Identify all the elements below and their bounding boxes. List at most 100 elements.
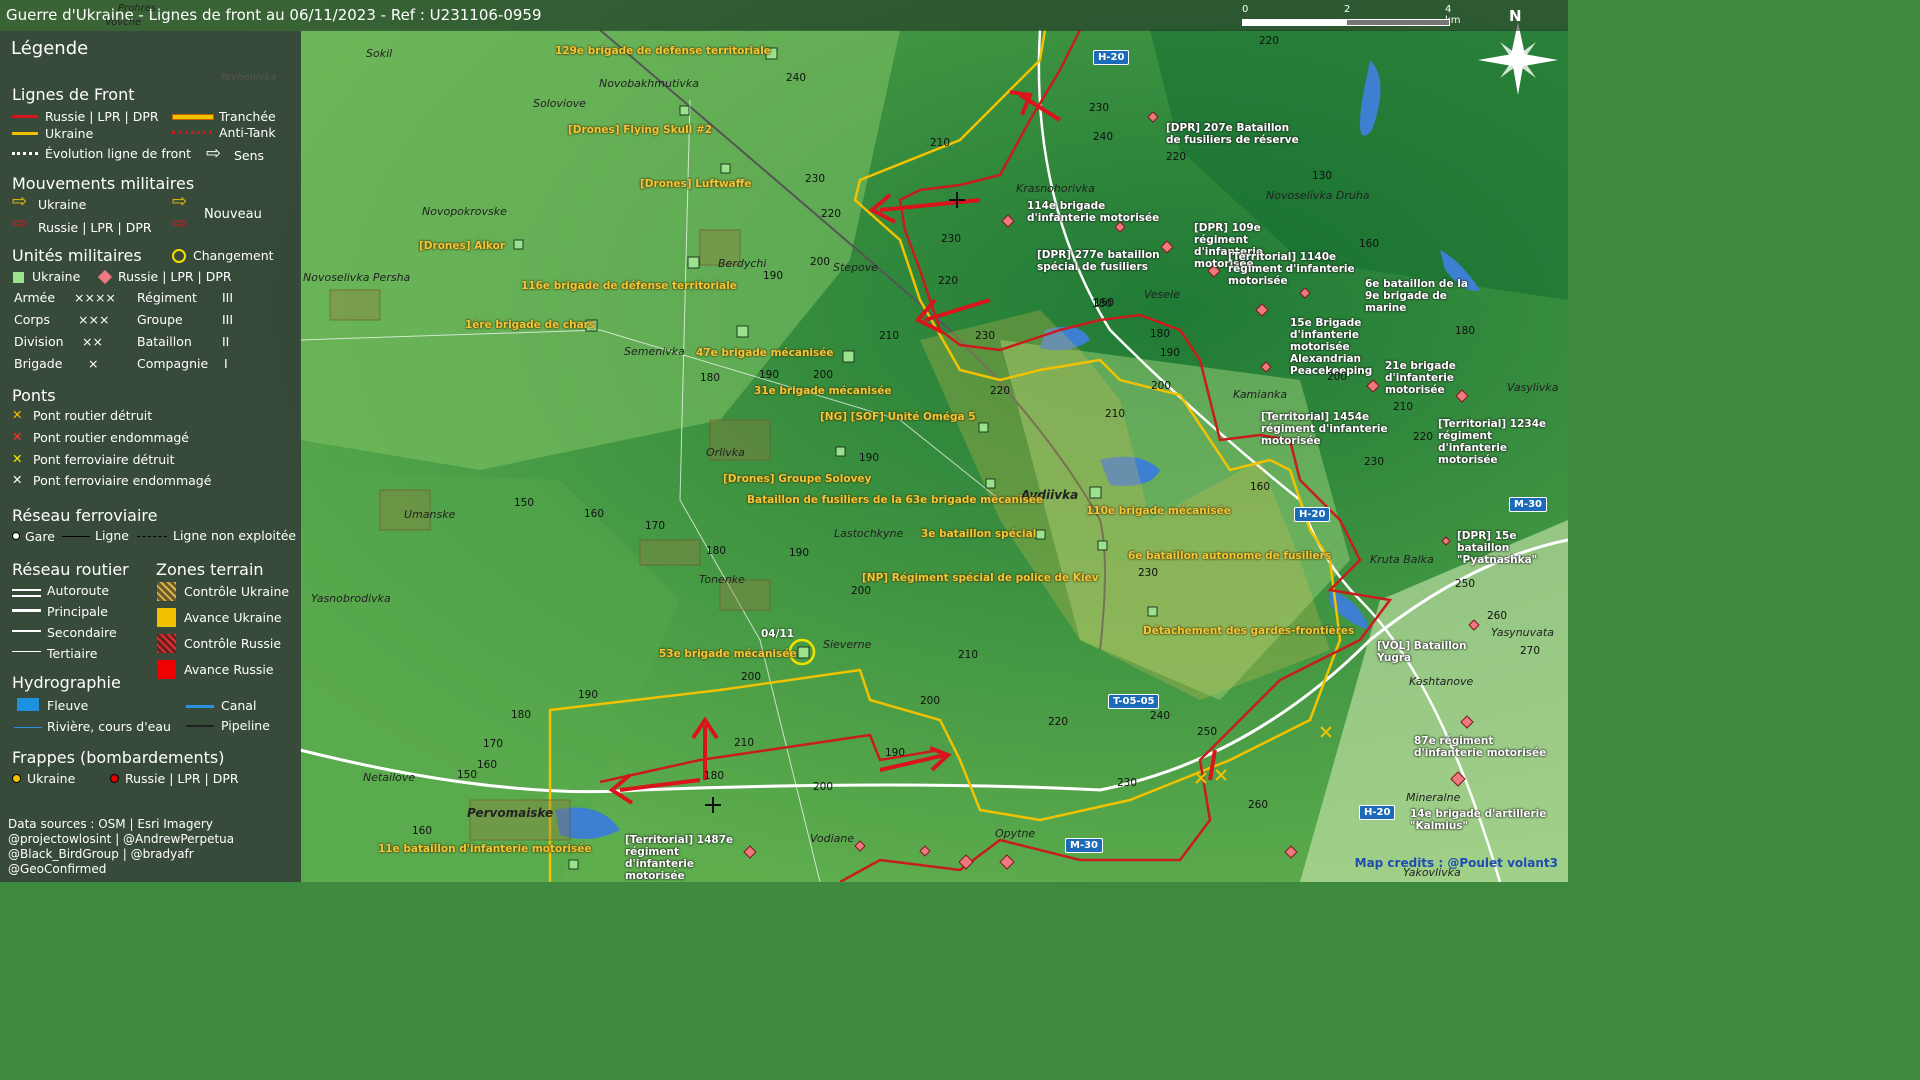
ukraine-unit-label[interactable]: 11e bataillon d'infanterie motorisée: [378, 843, 592, 855]
elevation-label: 200: [810, 256, 831, 268]
elevation-label: 190: [789, 547, 810, 559]
elevation-label: 230: [1117, 777, 1138, 789]
pipeline-swatch: [186, 725, 214, 727]
ukraine-unit-label[interactable]: 1ère brigade de chars: [465, 319, 595, 331]
echelon-group-symbol: III: [222, 312, 234, 327]
ukraine-unit-label[interactable]: [NG] [SOF] Unité Oméga 5: [820, 411, 976, 423]
russia-unit-label[interactable]: 14e brigade d'artillerie "Kalmius": [1410, 808, 1560, 832]
town-label: Novopokrovske: [422, 205, 507, 218]
ukraine-unit-label[interactable]: [NP] Régiment spécial de police de Kiev: [862, 572, 1099, 584]
ukraine-line-swatch: [12, 132, 38, 135]
ukraine-unit-label[interactable]: 53e brigade mécanisée: [659, 648, 797, 660]
title-bar: Guerre d'Ukraine - Lignes de front au 06…: [0, 0, 1568, 31]
town-label: Stepove: [833, 261, 879, 274]
town-label: Netailove: [363, 771, 416, 784]
front-lines-title: Lignes de Front: [12, 85, 135, 104]
legend-unit-russia: Russie | LPR | DPR: [118, 269, 232, 284]
elevation-label: 190: [578, 689, 599, 701]
elevation-label: 210: [1105, 408, 1126, 420]
town-label: Kamianka: [1233, 388, 1288, 401]
elevation-label: 240: [1150, 710, 1171, 722]
legend-zone-3: Avance Russie: [184, 662, 274, 677]
highway-swatch: [12, 589, 41, 597]
echelon-division-symbol: ××: [82, 334, 103, 349]
elevation-label: 230: [975, 330, 996, 342]
russia-unit-label[interactable]: [DPR] 15e bataillon "Pyatnashka": [1457, 530, 1565, 566]
road-shield: M-30: [1509, 497, 1548, 512]
russia-unit-label[interactable]: [Territorial] 1454e régiment d'infanteri…: [1261, 411, 1391, 447]
ukraine-unit-label[interactable]: [Drones] Flying Skull #2: [568, 124, 712, 136]
rail-title: Réseau ferroviaire: [12, 506, 158, 525]
ukraine-unit-label[interactable]: 47e brigade mécanisée: [696, 347, 834, 359]
ukraine-unit-label[interactable]: [Drones] Luftwaffe: [640, 178, 751, 190]
town-label: Semenivka: [624, 345, 685, 358]
russia-unit-label[interactable]: 21e brigade d'infanterie motorisée: [1385, 360, 1515, 396]
legend-strike-russia: Russie | LPR | DPR: [125, 771, 239, 786]
russia-unit-label[interactable]: 6e bataillon de la 9e brigade de marine: [1365, 278, 1475, 314]
ukraine-unit-label[interactable]: 3e bataillon spécial: [921, 528, 1036, 540]
map-credit: Map credits : @Poulet volant3: [1354, 856, 1558, 870]
change-date-label: 04/11: [761, 628, 795, 640]
main-road-swatch: [12, 609, 41, 612]
rail-bridge-damaged-icon: ✕: [12, 472, 23, 487]
town-label: Vodiane: [810, 832, 855, 845]
ukraine-unit-label[interactable]: [Drones] Groupe Solovey: [723, 473, 871, 485]
elevation-label: 190: [885, 747, 906, 759]
elevation-label: 220: [1413, 431, 1434, 443]
town-label: Lastochkyne: [834, 527, 904, 540]
antitank-swatch: [172, 131, 212, 134]
legend-move-ukraine: Ukraine: [38, 197, 87, 212]
echelon-company: Compagnie: [137, 356, 209, 371]
legend-russia-line: Russie | LPR | DPR: [45, 109, 159, 124]
legend-antitank: Anti-Tank: [219, 125, 276, 140]
elevation-label: 260: [1487, 610, 1508, 622]
elevation-label: 220: [1048, 716, 1069, 728]
legend-direction: Sens: [234, 148, 265, 163]
elevation-label: 190: [759, 369, 780, 381]
legend-road-2: Secondaire: [47, 625, 117, 640]
russia-unit-label[interactable]: [DPR] 207e Bataillon de fusiliers de rés…: [1166, 122, 1306, 146]
legend-bridge-1: Pont routier endommagé: [33, 430, 189, 445]
ukraine-move-arrow-icon: ⇨: [12, 191, 28, 212]
russia-unit-label[interactable]: 87e régiment d'infanterie motorisée: [1414, 735, 1554, 759]
elevation-label: 200: [741, 671, 762, 683]
legend-pipeline: Pipeline: [221, 718, 270, 733]
russia-unit-label[interactable]: [Territorial] 1487e régiment d'infanteri…: [625, 834, 745, 882]
legend-ukraine-line: Ukraine: [45, 126, 94, 141]
elevation-label: 220: [1259, 35, 1280, 47]
russia-unit-label[interactable]: 114e brigade d'infanterie motorisée: [1027, 200, 1167, 224]
legend-canal: Canal: [221, 698, 257, 713]
road-shield: T-05-05: [1108, 694, 1160, 709]
elevation-label: 240: [1093, 131, 1114, 143]
russia-advance-swatch: [157, 660, 176, 679]
legend-panel: Légende Lignes de Front Russie | LPR | D…: [0, 31, 301, 882]
ukraine-unit-label[interactable]: [Drones] Alkor: [419, 240, 505, 252]
ukraine-unit-label[interactable]: 31e brigade mécanisée: [754, 385, 892, 397]
canal-swatch: [186, 705, 214, 708]
russia-unit-label[interactable]: [Territorial] 1140e régiment d'infanteri…: [1228, 251, 1358, 287]
ukraine-unit-label[interactable]: Bataillon de fusiliers de la 63e brigade…: [747, 494, 1043, 506]
legend-header: Légende: [11, 38, 89, 59]
town-label: Umanske: [404, 508, 456, 521]
elevation-label: 220: [1166, 151, 1187, 163]
ukraine-unit-label[interactable]: 110e brigade mécanisée: [1086, 505, 1231, 517]
town-label: Yasynuvata: [1491, 626, 1554, 639]
scale-bar: 0 2 4 km: [1242, 4, 1461, 30]
legend-zone-2: Contrôle Russie: [184, 636, 282, 651]
town-label: Veselе: [1144, 288, 1180, 301]
russia-unit-label[interactable]: [Territorial] 1234e régiment d'infanteri…: [1438, 418, 1558, 466]
ukraine-unit-label[interactable]: Détachement des gardes-frontières: [1143, 625, 1354, 637]
legend-evolution: Évolution ligne de front: [45, 146, 192, 161]
station-icon: [12, 532, 20, 540]
ukraine-unit-label[interactable]: 129e brigade de défense territoriale: [555, 45, 771, 57]
russia-unit-label[interactable]: [DPR] 277e bataillon spécial de fusilier…: [1037, 249, 1167, 273]
russia-unit-label[interactable]: [VOL] Bataillon Yugra: [1377, 640, 1497, 664]
elevation-label: 200: [1327, 371, 1348, 383]
legend-road-0: Autoroute: [47, 583, 110, 598]
elevation-label: 170: [645, 520, 666, 532]
ukraine-unit-label[interactable]: 6e bataillon autonome de fusiliers: [1128, 550, 1331, 562]
legend-zone-0: Contrôle Ukraine: [184, 584, 290, 599]
elevation-label: 250: [1197, 726, 1218, 738]
ukraine-unit-label[interactable]: 116e brigade de défense territoriale: [521, 280, 737, 292]
elevation-label: 230: [1364, 456, 1385, 468]
